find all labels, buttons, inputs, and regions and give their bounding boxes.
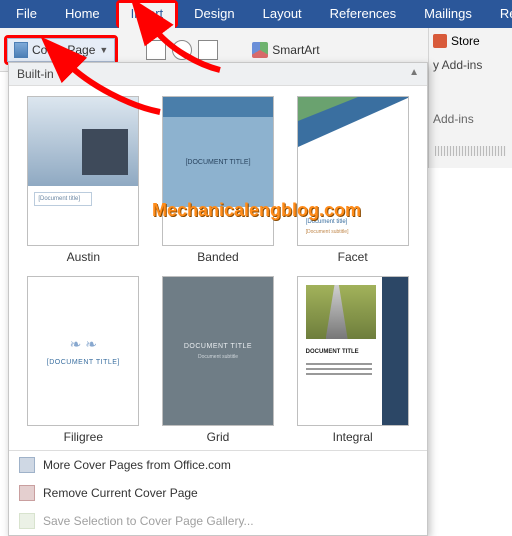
preview-austin: [Document title] (27, 96, 139, 246)
preview-filigree: ❧ ❧ [DOCUMENT TITLE] (27, 276, 139, 426)
shape-rectangle-icon[interactable] (146, 40, 166, 60)
thumb-label-facet: Facet (338, 250, 368, 264)
remove-icon (19, 485, 35, 501)
store-button[interactable]: Store (429, 28, 512, 54)
preview-facet: [Document title] [Document subtitle] (297, 96, 409, 246)
shape-square-icon[interactable] (198, 40, 218, 60)
tab-layout[interactable]: Layout (249, 0, 316, 28)
chevron-down-icon: ▼ (99, 45, 108, 55)
right-panel: Store y Add-ins Add-ins (428, 28, 512, 168)
menu-remove-cover-page[interactable]: Remove Current Cover Page (9, 479, 427, 507)
tab-file[interactable]: File (2, 0, 51, 28)
thumb-grid[interactable]: DOCUMENT TITLE Document subtitle Grid (156, 276, 281, 444)
smartart-button[interactable]: SmartArt (252, 42, 319, 58)
tab-review[interactable]: Revie (486, 0, 512, 28)
gallery-menu: More Cover Pages from Office.com Remove … (9, 450, 427, 535)
thumb-label-grid: Grid (207, 430, 230, 444)
grid-doc-title: DOCUMENT TITLE (184, 343, 252, 350)
cover-page-label: Cover Page (32, 43, 95, 57)
shapes-group (146, 40, 218, 60)
grid-doc-subtitle: Document subtitle (198, 354, 238, 360)
smartart-label: SmartArt (272, 43, 319, 57)
preview-integral: DOCUMENT TITLE (297, 276, 409, 426)
banded-doc-title: [DOCUMENT TITLE] (163, 117, 273, 207)
cover-page-button[interactable]: Cover Page ▼ (7, 38, 115, 62)
facet-doc-subtitle: [Document subtitle] (306, 229, 349, 235)
thumb-facet[interactable]: [Document title] [Document subtitle] Fac… (290, 96, 415, 264)
ornament-icon: ❧ ❧ (70, 336, 97, 353)
smartart-icon (252, 42, 268, 58)
scroll-up-icon[interactable]: ▲ (409, 67, 419, 81)
save-icon (19, 513, 35, 529)
menu-remove-label: Remove Current Cover Page (43, 486, 198, 500)
preview-grid: DOCUMENT TITLE Document subtitle (162, 276, 274, 426)
cover-page-gallery: Built-in ▲ [Document title] Austin [DOCU… (8, 62, 428, 536)
integral-doc-title: DOCUMENT TITLE (306, 349, 359, 355)
thumb-austin[interactable]: [Document title] Austin (21, 96, 146, 264)
gallery-header-label: Built-in (17, 67, 54, 81)
menu-save-selection: Save Selection to Cover Page Gallery... (9, 507, 427, 535)
tab-insert[interactable]: Insert (119, 3, 176, 28)
thumb-label-integral: Integral (333, 430, 373, 444)
thumb-filigree[interactable]: ❧ ❧ [DOCUMENT TITLE] Filigree (21, 276, 146, 444)
cover-page-icon (14, 42, 28, 58)
austin-doc-title: [Document title] (34, 192, 92, 206)
my-addins-button[interactable]: y Add-ins (429, 54, 512, 76)
thumb-banded[interactable]: [DOCUMENT TITLE] Banded (156, 96, 281, 264)
store-label: Store (451, 34, 480, 48)
filigree-doc-title: [DOCUMENT TITLE] (47, 359, 120, 366)
menu-save-label: Save Selection to Cover Page Gallery... (43, 514, 254, 528)
tab-design[interactable]: Design (180, 0, 248, 28)
thumb-integral[interactable]: DOCUMENT TITLE Integral (290, 276, 415, 444)
ruler-fragment (435, 146, 506, 156)
highlight-insert: Insert (116, 0, 179, 28)
addins-group-label: Add-ins (429, 108, 512, 130)
thumb-label-banded: Banded (197, 250, 238, 264)
gallery-thumbs: [Document title] Austin [DOCUMENT TITLE]… (9, 86, 427, 450)
menu-more-cover-pages[interactable]: More Cover Pages from Office.com (9, 451, 427, 479)
tab-home[interactable]: Home (51, 0, 114, 28)
more-icon (19, 457, 35, 473)
ribbon-tabbar: File Home Insert Design Layout Reference… (0, 0, 512, 28)
thumb-label-filigree: Filigree (64, 430, 103, 444)
preview-banded: [DOCUMENT TITLE] (162, 96, 274, 246)
highlight-cover-page: Cover Page ▼ (4, 35, 118, 65)
shape-circle-icon[interactable] (172, 40, 192, 60)
thumb-label-austin: Austin (67, 250, 100, 264)
gallery-header: Built-in ▲ (9, 63, 427, 86)
facet-doc-title: [Document title] (306, 219, 348, 225)
tab-mailings[interactable]: Mailings (410, 0, 486, 28)
tab-references[interactable]: References (316, 0, 410, 28)
store-icon (433, 34, 447, 48)
menu-more-label: More Cover Pages from Office.com (43, 458, 231, 472)
